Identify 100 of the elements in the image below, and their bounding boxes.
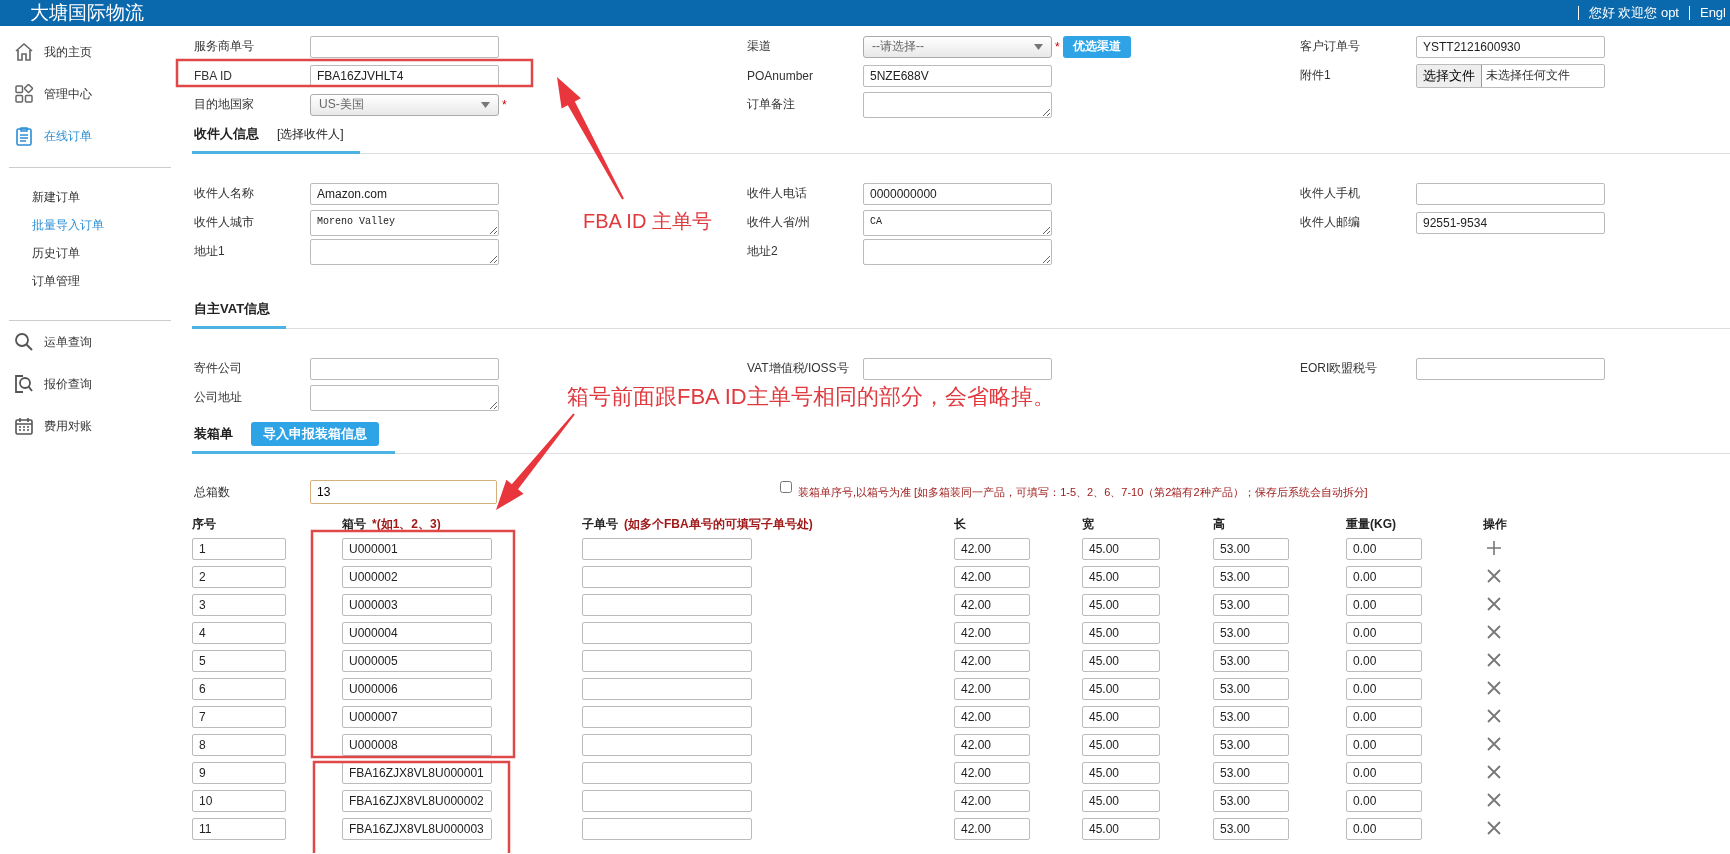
input-field[interactable]: 53.00 — [1213, 538, 1289, 560]
submenu-item[interactable]: 新建订单 — [0, 183, 171, 211]
input-field[interactable]: 0.00 — [1346, 706, 1422, 728]
nav-item[interactable]: 我的主页 — [0, 31, 171, 73]
input-field[interactable]: U000007 — [342, 706, 492, 728]
input-field[interactable]: 10 — [192, 790, 286, 812]
input-field[interactable] — [310, 357, 499, 380]
input-field[interactable]: 45.00 — [1082, 650, 1160, 672]
textarea-field[interactable] — [863, 238, 1052, 265]
textarea-field[interactable] — [310, 384, 499, 411]
input-field[interactable]: 42.00 — [954, 538, 1030, 560]
input-field[interactable] — [310, 35, 499, 58]
input-field[interactable]: 42.00 — [954, 706, 1030, 728]
input-field[interactable]: 45.00 — [1082, 594, 1160, 616]
input-field[interactable]: 53.00 — [1213, 706, 1289, 728]
input-field[interactable]: 42.00 — [954, 734, 1030, 756]
textarea-field[interactable]: CA — [863, 209, 1052, 236]
dropdown[interactable]: --请选择-- — [863, 35, 1052, 58]
input-field[interactable]: 42.00 — [954, 622, 1030, 644]
delete-icon[interactable] — [1486, 651, 1502, 668]
input-field[interactable]: 1 — [192, 538, 286, 560]
input-field[interactable]: 0.00 — [1346, 650, 1422, 672]
input-field[interactable]: 45.00 — [1082, 622, 1160, 644]
input-field[interactable]: 0.00 — [1346, 734, 1422, 756]
choose-file-button[interactable]: 选择文件 — [1417, 64, 1482, 87]
nav-item[interactable]: 报价查询 — [0, 363, 171, 405]
input-field[interactable]: 53.00 — [1213, 594, 1289, 616]
input-field[interactable]: FBA16ZJVHLT4 — [310, 64, 499, 87]
input-field[interactable]: 42.00 — [954, 650, 1030, 672]
delete-icon[interactable] — [1486, 735, 1502, 752]
input-field[interactable]: 42.00 — [954, 678, 1030, 700]
delete-icon[interactable] — [1486, 763, 1502, 780]
nav-item[interactable]: 费用对账 — [0, 405, 171, 447]
input-field[interactable]: FBA16ZJX8VL8U000001 — [342, 762, 492, 784]
delete-icon[interactable] — [1486, 679, 1502, 696]
input-field[interactable]: 53.00 — [1213, 678, 1289, 700]
input-field[interactable]: 45.00 — [1082, 762, 1160, 784]
input-field[interactable]: 0.00 — [1346, 538, 1422, 560]
input-field[interactable]: 53.00 — [1213, 734, 1289, 756]
language-link[interactable]: Engl — [1688, 6, 1730, 20]
input-field[interactable]: 42.00 — [954, 566, 1030, 588]
submenu-item[interactable]: 批量导入订单 — [0, 211, 171, 239]
input-field[interactable] — [582, 762, 752, 784]
input-field[interactable]: 0.00 — [1346, 594, 1422, 616]
input-field[interactable]: 45.00 — [1082, 706, 1160, 728]
input-field[interactable]: 45.00 — [1082, 818, 1160, 840]
input-field[interactable]: 53.00 — [1213, 650, 1289, 672]
delete-icon[interactable] — [1486, 595, 1502, 612]
delete-icon[interactable] — [1486, 819, 1502, 836]
input-field[interactable] — [1416, 182, 1605, 205]
input-field[interactable]: FBA16ZJX8VL8U000002 — [342, 790, 492, 812]
input-field[interactable]: 92551-9534 — [1416, 211, 1605, 234]
input-field[interactable]: 2 — [192, 566, 286, 588]
delete-icon[interactable] — [1486, 791, 1502, 808]
input-field[interactable]: 42.00 — [954, 594, 1030, 616]
input-field[interactable]: 0.00 — [1346, 566, 1422, 588]
input-field[interactable]: 45.00 — [1082, 734, 1160, 756]
nav-item[interactable]: 管理中心 — [0, 73, 171, 115]
delete-icon[interactable] — [1486, 567, 1502, 584]
input-field[interactable] — [582, 594, 752, 616]
input-field[interactable]: 45.00 — [1082, 566, 1160, 588]
select-recipient-link[interactable]: [选择收件人] — [277, 125, 344, 143]
input-field[interactable]: 4 — [192, 622, 286, 644]
input-field[interactable]: 0000000000 — [863, 182, 1052, 205]
input-field[interactable]: 45.00 — [1082, 678, 1160, 700]
input-field[interactable]: U000001 — [342, 538, 492, 560]
input-field[interactable]: 9 — [192, 762, 286, 784]
input-field[interactable]: 0.00 — [1346, 790, 1422, 812]
input-field[interactable]: 0.00 — [1346, 762, 1422, 784]
dropdown[interactable]: US-美国 — [310, 93, 499, 116]
nav-item[interactable]: 在线订单 — [0, 115, 171, 157]
input-field[interactable]: 42.00 — [954, 790, 1030, 812]
input-field[interactable]: 53.00 — [1213, 790, 1289, 812]
input-field[interactable]: 45.00 — [1082, 538, 1160, 560]
input-field[interactable]: 8 — [192, 734, 286, 756]
textarea-field[interactable]: Moreno Valley — [310, 209, 499, 236]
input-field[interactable]: YSTT2121600930 — [1416, 35, 1605, 58]
input-field[interactable] — [582, 538, 752, 560]
input-field[interactable]: FBA16ZJX8VL8U000003 — [342, 818, 492, 840]
input-field[interactable] — [582, 706, 752, 728]
input-field[interactable]: 3 — [192, 594, 286, 616]
input-field[interactable]: 13 — [310, 480, 497, 504]
input-field[interactable] — [582, 678, 752, 700]
submenu-item[interactable]: 订单管理 — [0, 267, 171, 295]
input-field[interactable] — [582, 566, 752, 588]
input-field[interactable]: U000005 — [342, 650, 492, 672]
input-field[interactable]: 42.00 — [954, 818, 1030, 840]
input-field[interactable]: 11 — [192, 818, 286, 840]
input-field[interactable]: 53.00 — [1213, 818, 1289, 840]
delete-icon[interactable] — [1486, 623, 1502, 640]
input-field[interactable] — [582, 734, 752, 756]
input-field[interactable]: Amazon.com — [310, 182, 499, 205]
input-field[interactable] — [582, 622, 752, 644]
input-field[interactable] — [582, 818, 752, 840]
input-field[interactable]: 7 — [192, 706, 286, 728]
input-field[interactable] — [582, 650, 752, 672]
input-field[interactable]: 53.00 — [1213, 566, 1289, 588]
file-field[interactable]: 选择文件 未选择任何文件 — [1416, 63, 1605, 88]
input-field[interactable]: 0.00 — [1346, 818, 1422, 840]
delete-icon[interactable] — [1486, 707, 1502, 724]
